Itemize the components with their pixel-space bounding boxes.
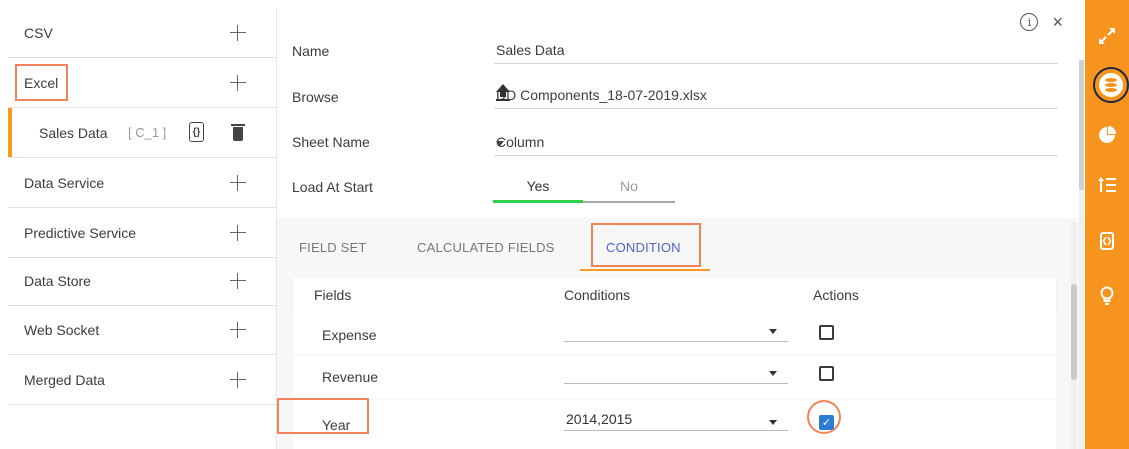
sidebar-item-label: Data Store xyxy=(24,272,91,289)
sidebar-item-csv[interactable]: CSV xyxy=(8,8,276,58)
add-icon[interactable] xyxy=(230,371,246,388)
toggle-active-bar xyxy=(493,200,583,203)
chevron-down-icon[interactable] xyxy=(769,329,777,334)
sidebar-item-label: Data Service xyxy=(24,174,105,191)
sidebar-item-predictive-service[interactable]: Predictive Service xyxy=(8,208,276,258)
code-icon[interactable] xyxy=(1085,219,1129,263)
name-value: Sales Data xyxy=(496,42,565,58)
sidebar-item-label: Predictive Service xyxy=(24,224,137,241)
sidebar-item-merged-data[interactable]: Merged Data xyxy=(8,355,276,405)
toggle-yes-option[interactable]: Yes xyxy=(493,178,583,194)
sidebar-item-excel[interactable]: Excel xyxy=(8,58,276,108)
sidebar-item-label: Merged Data xyxy=(24,371,105,388)
highlight-box xyxy=(277,398,369,434)
chevron-down-icon[interactable] xyxy=(769,420,777,425)
sidebar-subitem-sales-data[interactable]: Sales Data [ C_1 ] {} xyxy=(8,108,276,158)
sort-list-icon[interactable] xyxy=(1085,163,1129,207)
panel-header-icons: i × xyxy=(1020,13,1063,31)
highlight-box xyxy=(15,64,68,101)
sidebar-item-label: Web Socket xyxy=(24,321,100,338)
column-header-conditions: Conditions xyxy=(564,287,631,303)
table-row: Year 2014,2015 ✓ xyxy=(293,400,1056,449)
sidebar-item-data-service[interactable]: Data Service xyxy=(8,158,276,208)
column-header-actions: Actions xyxy=(813,287,859,303)
active-tab-underline xyxy=(580,269,710,271)
condition-value: 2014,2015 xyxy=(566,411,633,427)
datasource-sidebar: CSV Excel Sales Data [ C_1 ] {} Data Ser… xyxy=(8,8,276,449)
add-icon[interactable] xyxy=(230,224,246,241)
table-scrollbar-thumb[interactable] xyxy=(1071,284,1077,380)
action-checkbox[interactable] xyxy=(819,325,834,340)
lightbulb-icon[interactable] xyxy=(1085,274,1129,318)
toggle-inactive-bar xyxy=(583,201,675,203)
condition-select[interactable] xyxy=(564,318,788,342)
code-icon[interactable]: {} xyxy=(189,122,204,142)
sidebar-item-data-store[interactable]: Data Store xyxy=(8,256,276,306)
sidebar-item-web-socket[interactable]: Web Socket xyxy=(8,305,276,355)
expand-icon[interactable] xyxy=(1085,14,1129,58)
panel-scrollbar-thumb[interactable] xyxy=(1079,60,1084,190)
condition-select[interactable]: 2014,2015 xyxy=(564,407,788,431)
sidebar-item-label: CSV xyxy=(24,24,53,41)
chevron-down-icon xyxy=(496,141,504,146)
table-header: Fields Conditions Actions xyxy=(293,278,1056,312)
condition-table-body: Expense Revenue Year 2014,2015 ✓ xyxy=(293,312,1056,449)
database-icon[interactable] xyxy=(1099,73,1123,97)
add-icon[interactable] xyxy=(230,24,246,41)
properties-panel: i × Name Sales Data Browse DD Components… xyxy=(277,0,1085,449)
load-at-start-toggle[interactable]: Yes No xyxy=(493,178,675,203)
tab-field-set[interactable]: FIELD SET xyxy=(299,240,367,255)
subitem-label: Sales Data xyxy=(39,124,108,141)
table-row: Revenue xyxy=(293,356,1056,398)
sheet-name-label: Sheet Name xyxy=(292,134,370,150)
condition-panel: FIELD SET CALCULATED FIELDS CONDITION Fi… xyxy=(277,218,1085,449)
browse-field[interactable]: DD Components_18-07-2019.xlsx xyxy=(494,83,1058,109)
right-toolbar xyxy=(1085,0,1129,449)
browse-value: DD Components_18-07-2019.xlsx xyxy=(496,87,707,103)
column-header-fields: Fields xyxy=(314,287,352,303)
add-icon[interactable] xyxy=(230,272,246,289)
load-at-start-label: Load At Start xyxy=(292,179,373,195)
add-icon[interactable] xyxy=(230,174,246,191)
table-row: Expense xyxy=(293,312,1056,354)
add-icon[interactable] xyxy=(230,321,246,338)
pie-chart-icon[interactable] xyxy=(1085,113,1129,157)
action-checkbox[interactable] xyxy=(819,366,834,381)
info-icon[interactable]: i xyxy=(1020,13,1039,31)
name-label: Name xyxy=(292,43,330,59)
condition-select[interactable] xyxy=(564,360,788,384)
browse-label: Browse xyxy=(292,89,339,105)
field-name: Revenue xyxy=(322,369,379,385)
name-field[interactable]: Sales Data xyxy=(494,38,1058,64)
toggle-no-option[interactable]: No xyxy=(583,178,675,194)
add-icon[interactable] xyxy=(230,74,246,91)
active-accent-bar xyxy=(8,108,12,157)
tab-calculated-fields[interactable]: CALCULATED FIELDS xyxy=(417,240,555,255)
highlight-circle xyxy=(807,400,841,434)
trash-icon[interactable] xyxy=(231,124,245,141)
field-name: Expense xyxy=(322,327,377,343)
chevron-down-icon[interactable] xyxy=(769,371,777,376)
app-root: CSV Excel Sales Data [ C_1 ] {} Data Ser… xyxy=(0,0,1129,449)
close-icon[interactable]: × xyxy=(1052,13,1063,31)
upload-icon[interactable] xyxy=(496,84,510,102)
highlight-box xyxy=(591,223,701,267)
sheet-name-select[interactable]: Column xyxy=(494,130,1058,156)
subitem-tag: [ C_1 ] xyxy=(128,125,167,140)
